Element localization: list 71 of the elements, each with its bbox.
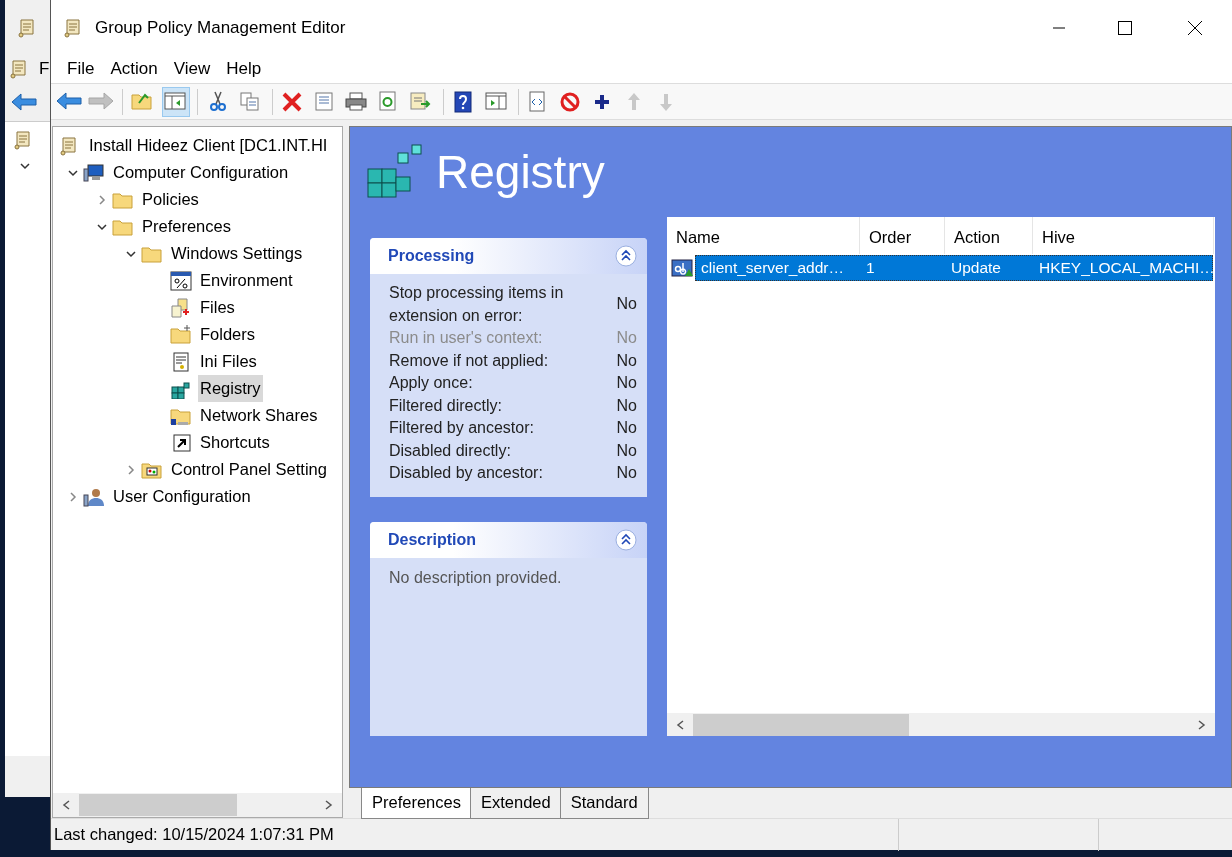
status-text: Last changed: 10/15/2024 1:07:31 PM: [53, 824, 335, 846]
tree-item[interactable]: Ini Files: [198, 348, 259, 375]
window-title: Group Policy Management Editor: [95, 16, 347, 39]
string-value-icon: [671, 257, 695, 278]
tree-item[interactable]: Preferences: [140, 213, 233, 240]
property-label: Run in user's context:: [389, 328, 543, 348]
computer-icon: [83, 162, 105, 183]
property-value: No: [616, 373, 637, 393]
chevron-down-icon[interactable]: [19, 160, 31, 172]
property-value: No: [616, 395, 637, 416]
scrollbar-thumb[interactable]: [79, 794, 237, 816]
property-label: Filtered by ancestor:: [389, 418, 534, 438]
back-arrow-icon[interactable]: [11, 92, 37, 112]
tree-item[interactable]: Computer Configuration: [111, 159, 291, 186]
menu-item[interactable]: Action: [102, 56, 166, 82]
tree-item[interactable]: Shortcuts: [198, 429, 272, 456]
menu-item[interactable]: View: [165, 56, 219, 82]
property-value: No: [616, 463, 637, 483]
property-value: No: [616, 294, 637, 315]
property-label: Apply once:: [389, 373, 473, 393]
tree-item[interactable]: Policies: [140, 186, 201, 213]
property-value: No: [616, 418, 637, 438]
tab[interactable]: Preferences: [361, 788, 472, 819]
tree-item[interactable]: Folders: [198, 321, 258, 348]
property-value: No: [616, 440, 637, 461]
user-icon: [83, 486, 105, 507]
tree-item[interactable]: Files: [198, 294, 237, 321]
tree-item[interactable]: Registry: [198, 375, 263, 402]
collapse-chevrons-icon[interactable]: [615, 528, 637, 551]
tree-item[interactable]: Control Panel Setting: [169, 456, 329, 483]
list-row[interactable]: client_server_addr… 1 Update HKEY_LOCAL_MACHI…: [695, 254, 1213, 281]
chevron-right-icon[interactable]: [67, 490, 79, 503]
notepad-icon: [170, 351, 192, 372]
property-label: Remove if not applied:: [389, 350, 549, 371]
tree-item[interactable]: Network Shares: [198, 402, 320, 429]
tree-item[interactable]: User Configuration: [111, 483, 253, 510]
property-value: No: [616, 350, 637, 371]
shortcut-icon: [170, 432, 192, 453]
close-icon[interactable]: [1188, 20, 1202, 35]
tree-item[interactable]: Install Hideez Client [DC1.INT.HI: [87, 132, 330, 159]
description-text: No description provided.: [389, 568, 562, 586]
column-header[interactable]: Action: [945, 217, 1033, 254]
menu-label[interactable]: F: [39, 56, 50, 82]
collapse-chevrons-icon[interactable]: [615, 245, 637, 267]
property-label: Filtered directly:: [389, 395, 502, 416]
chevron-right-icon[interactable]: [96, 193, 108, 206]
back-arrow-icon: [56, 90, 82, 113]
property-label: Stop processing items in extension on error:: [389, 283, 565, 326]
folder-sparkle-icon: [170, 324, 192, 345]
panes-icon: [484, 90, 510, 113]
tree-item[interactable]: Environment: [198, 267, 295, 294]
menu-item[interactable]: File: [59, 56, 103, 82]
tab[interactable]: Standard: [559, 788, 649, 819]
panel-title: Processing: [388, 246, 475, 266]
chevron-right-icon[interactable]: [125, 463, 137, 476]
tab[interactable]: Extended: [469, 788, 562, 819]
panel-title: Description: [388, 529, 476, 550]
column-header[interactable]: Hive: [1033, 217, 1214, 254]
property-label: Disabled by ancestor:: [389, 463, 543, 483]
property-label: Disabled directly:: [389, 440, 511, 461]
tree-item[interactable]: Windows Settings: [169, 240, 305, 267]
property-value: No: [616, 328, 637, 348]
column-header[interactable]: Order: [860, 217, 945, 254]
percent-window-icon: [170, 270, 192, 291]
scrollbar-thumb[interactable]: [693, 713, 909, 736]
menu-item[interactable]: Help: [218, 56, 270, 82]
file-copy-icon: [170, 297, 192, 318]
column-header[interactable]: Name: [667, 217, 860, 254]
maximize-icon[interactable]: [1118, 20, 1132, 35]
panes-icon: [163, 90, 189, 113]
registry-heading: Registry: [436, 144, 605, 200]
